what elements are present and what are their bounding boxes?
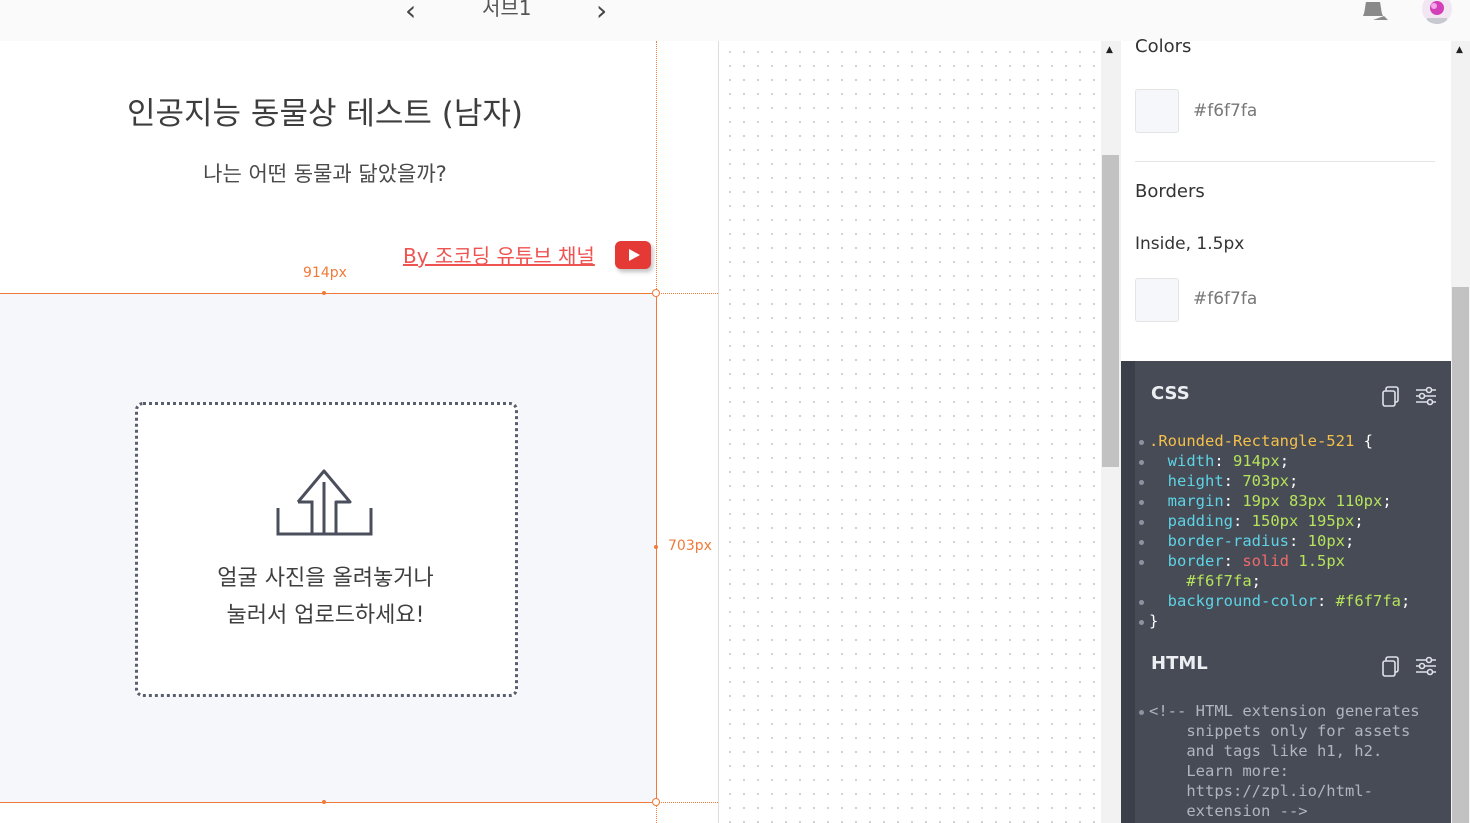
border-description: Inside, 1.5px: [1135, 234, 1245, 254]
guide-bottom-extension: [656, 802, 718, 803]
html-comment-line: and tags like h1, h2.: [1149, 742, 1383, 760]
guide-midpoint: [322, 800, 326, 804]
css-value: 703px: [1242, 472, 1290, 490]
copy-icon[interactable]: [1380, 385, 1402, 407]
html-comment-line: https://zpl.io/html-: [1149, 782, 1373, 800]
css-value: 914px: [1233, 452, 1280, 470]
copy-icon[interactable]: [1380, 655, 1402, 677]
line-bullet: [1139, 600, 1144, 605]
chevron-right-icon[interactable]: ›: [596, 0, 607, 26]
bell-icon[interactable]: [1357, 0, 1389, 24]
colors-label: Colors: [1135, 36, 1192, 57]
avatar[interactable]: [1422, 0, 1452, 24]
css-prop: border-radius: [1167, 532, 1289, 550]
css-heading: CSS: [1151, 383, 1190, 404]
html-comment-line: extension -->: [1149, 802, 1308, 820]
chevron-left-icon[interactable]: ‹: [405, 0, 416, 26]
css-prop: margin: [1167, 492, 1224, 510]
css-prop: width: [1167, 452, 1215, 470]
html-heading: HTML: [1151, 653, 1208, 674]
upload-text-line1: 얼굴 사진을 올려놓거나: [217, 566, 434, 591]
page-subtitle: 나는 어떤 동물과 닮았을까?: [203, 162, 447, 186]
scroll-up-arrow-icon[interactable]: ▲: [1456, 45, 1463, 55]
guide-midpoint: [322, 291, 326, 295]
inspector-panel: Colors #f6f7fa Borders Inside, 1.5px #f6…: [1121, 36, 1451, 823]
line-bullet: [1139, 520, 1144, 525]
code-panel: CSS .Rounded-Rectangle-521 { width: 914p…: [1121, 361, 1451, 823]
inspector-scrollbar[interactable]: ▲: [1451, 41, 1470, 823]
css-code[interactable]: .Rounded-Rectangle-521 { width: 914px; h…: [1149, 431, 1410, 631]
css-prop: padding: [1167, 512, 1233, 530]
css-value: #f6f7fa: [1186, 572, 1252, 590]
screen-name: 서브1: [482, 0, 532, 20]
upload-dropzone[interactable]: [135, 402, 518, 697]
page-title: 인공지능 동물상 테스트 (남자): [127, 96, 523, 132]
line-bullet: [1139, 500, 1144, 505]
line-bullet: [1139, 480, 1144, 485]
scroll-up-arrow-icon[interactable]: ▲: [1106, 45, 1113, 55]
line-bullet: [1139, 710, 1144, 715]
css-value: 1.5px: [1298, 552, 1346, 570]
line-bullet: [1139, 560, 1144, 565]
color-swatch[interactable]: [1135, 89, 1179, 133]
top-bar: ‹ 서브1 ›: [0, 0, 1470, 42]
divider: [1135, 161, 1435, 162]
guide-top-edge: [0, 293, 656, 294]
upload-icon: [276, 469, 373, 536]
css-value: 19px 83px 110px: [1242, 492, 1383, 510]
youtube-icon[interactable]: [615, 241, 651, 269]
width-measure-label: 914px: [301, 265, 349, 281]
scrollbar-thumb[interactable]: [1102, 155, 1119, 467]
color-hex[interactable]: #f6f7fa: [1193, 101, 1257, 121]
css-value: #f6f7fa: [1335, 592, 1401, 610]
border-color-swatch[interactable]: [1135, 278, 1179, 322]
guide-bottom-edge: [0, 802, 656, 803]
guide-corner: [652, 289, 660, 297]
guide-top-extension: [656, 293, 718, 294]
css-value: 10px: [1307, 532, 1345, 550]
line-bullet: [1139, 440, 1144, 445]
settings-sliders-icon[interactable]: [1415, 655, 1437, 677]
upload-text-line2: 눌러서 업로드하세요!: [226, 603, 425, 628]
css-selector: .Rounded-Rectangle-521: [1149, 432, 1355, 450]
scrollbar-thumb[interactable]: [1452, 287, 1469, 823]
line-bullet: [1139, 620, 1144, 625]
canvas-background: [719, 41, 1101, 823]
css-prop: height: [1167, 472, 1224, 490]
html-comment-line: Learn more:: [1149, 762, 1289, 780]
html-comment-line: <!-- HTML extension generates: [1149, 702, 1420, 720]
guide-midpoint: [654, 545, 658, 549]
css-prop: background-color: [1167, 592, 1317, 610]
borders-label: Borders: [1135, 181, 1205, 202]
youtube-link[interactable]: By 조코딩 유튜브 채널: [403, 240, 595, 269]
settings-sliders-icon[interactable]: [1415, 385, 1437, 407]
css-value: solid: [1242, 552, 1290, 570]
guide-corner: [652, 798, 660, 806]
html-code[interactable]: <!-- HTML extension generates snippets o…: [1149, 701, 1420, 821]
border-hex[interactable]: #f6f7fa: [1193, 289, 1257, 309]
canvas-scrollbar[interactable]: ▲: [1101, 41, 1121, 823]
line-bullet: [1139, 540, 1144, 545]
upload-instructions: 얼굴 사진을 올려놓거나 눌러서 업로드하세요!: [135, 560, 516, 634]
line-bullet: [1139, 460, 1144, 465]
guide-right-extension-top: [656, 41, 657, 293]
css-prop: border: [1167, 552, 1224, 570]
css-value: 150px 195px: [1251, 512, 1355, 530]
height-measure-label: 703px: [666, 538, 714, 554]
html-comment-line: snippets only for assets: [1149, 722, 1411, 740]
